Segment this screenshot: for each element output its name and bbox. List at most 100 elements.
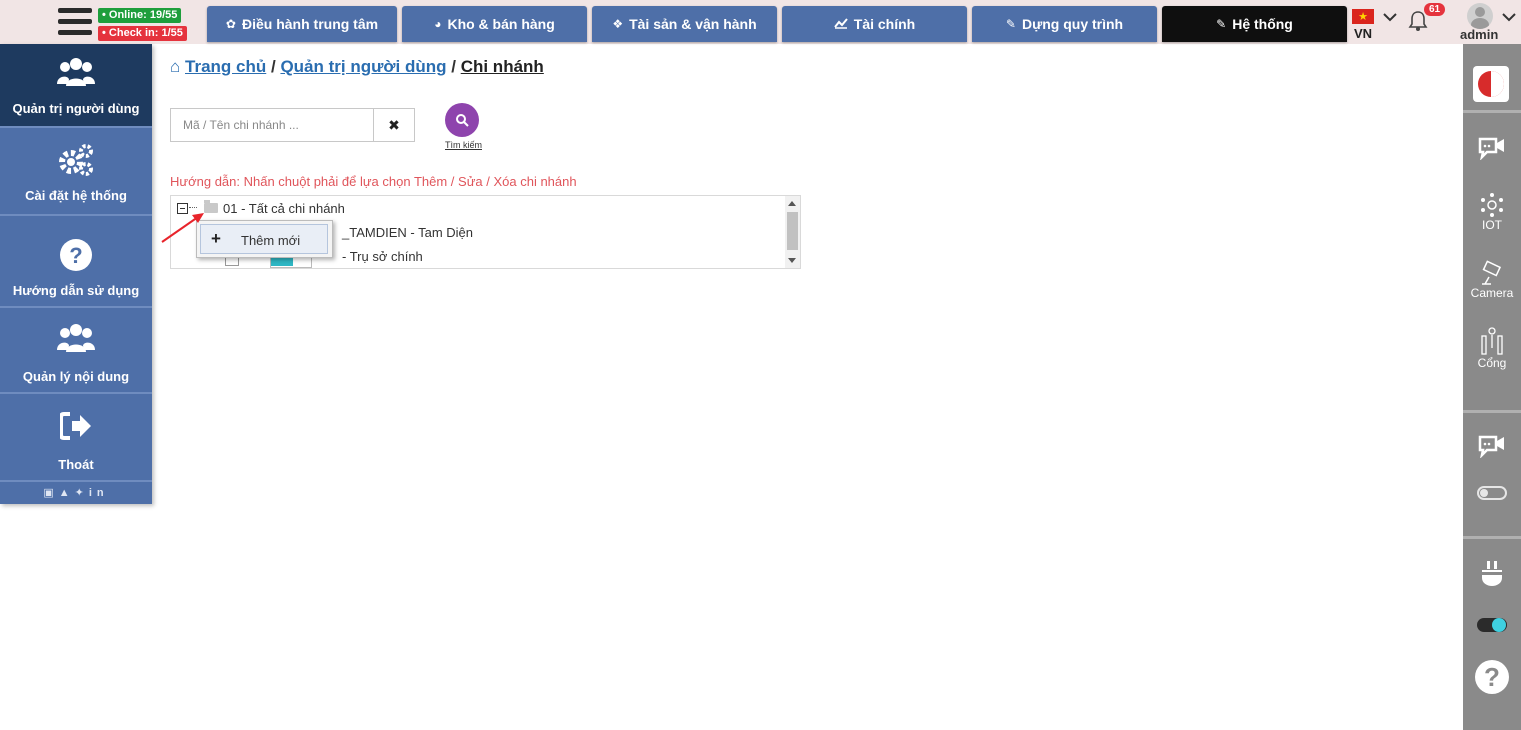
breadcrumb: ⌂ Trang chủ / Quản trị người dùng / Chi …: [170, 57, 544, 77]
tree-checkbox[interactable]: [225, 258, 239, 266]
context-menu-add-label: Thêm mới: [241, 233, 301, 248]
tree-node-tru-so-chinh[interactable]: - Trụ sở chính: [342, 249, 423, 264]
chevron-down-icon[interactable]: [1502, 10, 1516, 25]
cubes-icon: ❖: [612, 17, 624, 31]
branch-search-input[interactable]: [170, 108, 374, 142]
video-chat-button[interactable]: [1463, 136, 1521, 160]
video-chat-button-2[interactable]: [1463, 434, 1521, 458]
checkin-status-badge: • Check in: 1/55: [98, 26, 187, 41]
close-icon: ✖: [388, 116, 400, 133]
help-button[interactable]: ?: [1475, 660, 1509, 694]
breadcrumb-separator: /: [451, 57, 456, 76]
gate-button[interactable]: Cổng: [1463, 326, 1521, 370]
social-links[interactable]: ▣▲✦in: [0, 486, 152, 499]
avatar[interactable]: [1467, 3, 1493, 29]
username-label: admin: [1460, 27, 1499, 42]
sidebar-item-cai-dat-he-thong[interactable]: Cài đặt hệ thống: [0, 128, 152, 216]
question-icon: ?: [1484, 662, 1500, 692]
tree-node-icon: [270, 258, 312, 268]
divider: [1463, 410, 1521, 413]
breadcrumb-home-link[interactable]: Trang chủ: [185, 57, 266, 76]
breadcrumb-parent-link[interactable]: Quản trị người dùng: [280, 57, 446, 76]
tab-label: Kho & bán hàng: [447, 16, 555, 32]
brand-logo[interactable]: [1473, 66, 1509, 102]
google-drive-icon[interactable]: ▲: [59, 487, 75, 499]
power-toggle-switch[interactable]: [1477, 618, 1507, 632]
clear-search-button[interactable]: ✖: [373, 108, 415, 142]
home-icon[interactable]: ⌂: [170, 57, 180, 76]
sign-out-icon: [0, 412, 152, 443]
hamburger-menu-icon[interactable]: [58, 8, 92, 38]
tab-label: Hệ thống: [1232, 16, 1293, 32]
camera-label: Camera: [1470, 286, 1514, 300]
edit-icon: ✎: [1005, 17, 1016, 31]
facebook-icon[interactable]: ▣: [43, 487, 58, 499]
users-icon: [0, 322, 152, 357]
tree-node-root[interactable]: 01 - Tất cả chi nhánh: [223, 201, 345, 216]
sidebar-item-label: Quản lý nội dung: [22, 369, 130, 384]
yin-yang-logo-icon: [1478, 71, 1504, 97]
annotation-arrow-icon: [161, 213, 204, 243]
online-status-badge: • Online: 19/55: [98, 8, 182, 23]
tree-scrollbar[interactable]: [785, 196, 800, 268]
power-plug-button[interactable]: [1463, 560, 1521, 590]
iot-button[interactable]: IOT: [1463, 192, 1521, 232]
search-button[interactable]: [445, 103, 479, 137]
sidebar-item-label: Quản trị người dùng: [12, 101, 140, 116]
right-tool-bar: IOT Camera Cổng ?: [1463, 44, 1521, 730]
twitter-icon[interactable]: ✦: [75, 487, 89, 499]
plus-icon: +: [211, 229, 221, 248]
breadcrumb-current: Chi nhánh: [460, 57, 544, 76]
vietnam-flag-icon[interactable]: ★: [1352, 9, 1374, 24]
tab-label: Điều hành trung tâm: [241, 16, 379, 32]
tree-node-tamdien[interactable]: _TAMDIEN - Tam Diện: [342, 225, 473, 240]
notification-count-badge: 61: [1424, 3, 1446, 16]
gate-icon: [1481, 327, 1503, 355]
tab-he-thong[interactable]: ✎ Hệ thống: [1162, 6, 1347, 42]
gate-label: Cổng: [1477, 356, 1507, 370]
sidebar-item-huong-dan-su-dung[interactable]: ? Hướng dẫn sử dụng: [0, 216, 152, 308]
chevron-down-icon[interactable]: [1383, 10, 1397, 25]
tab-label: Tài sản & vận hành: [629, 16, 757, 32]
context-menu: + Thêm mới: [196, 220, 333, 258]
tab-label: Tài chính: [853, 16, 916, 32]
tab-dung-quy-trinh[interactable]: ✎ Dựng quy trình: [972, 6, 1157, 42]
sidebar-item-quan-tri-nguoi-dung[interactable]: Quản trị người dùng: [0, 44, 152, 128]
context-menu-add-item[interactable]: + Thêm mới: [200, 224, 328, 254]
language-label: VN: [1354, 26, 1373, 41]
iot-icon: [1481, 193, 1503, 217]
breadcrumb-separator: /: [270, 57, 276, 76]
sidebar-item-label: Cài đặt hệ thống: [25, 188, 127, 203]
line-chart-icon: [833, 17, 848, 32]
divider: [1463, 536, 1521, 539]
scroll-up-arrow-icon[interactable]: [788, 201, 796, 206]
users-icon: [0, 56, 152, 91]
guide-text: Hướng dẫn: Nhấn chuột phải để lựa chọn T…: [170, 174, 577, 189]
linkedin-icon[interactable]: in: [89, 487, 109, 499]
left-sidebar: Quản trị người dùng Cài đặt hệ thống ? H…: [0, 44, 152, 504]
tab-label: Dựng quy trình: [1021, 16, 1124, 32]
iot-label: IOT: [1482, 218, 1502, 232]
video-chat-icon: [1478, 137, 1504, 160]
tab-kho-ban-hang[interactable]: ◕ Kho & bán hàng: [402, 6, 587, 42]
pie-chart-icon: ◕: [434, 17, 442, 31]
video-chat-icon: [1478, 435, 1504, 458]
tab-dieu-hanh-trung-tam[interactable]: ✿ Điều hành trung tâm: [207, 6, 397, 42]
sidebar-item-label: Hướng dẫn sử dụng: [12, 283, 140, 298]
gear-icon: ✿: [225, 17, 236, 31]
scrollbar-thumb[interactable]: [787, 212, 798, 250]
svg-text:?: ?: [69, 243, 82, 268]
search-button-label[interactable]: Tìm kiếm: [445, 140, 482, 150]
tab-tai-san-van-hanh[interactable]: ❖ Tài sản & vận hành: [592, 6, 777, 42]
scroll-down-arrow-icon[interactable]: [788, 258, 796, 263]
chat-toggle-switch[interactable]: [1477, 486, 1507, 500]
camera-button[interactable]: Camera: [1463, 260, 1521, 300]
gears-icon: [0, 142, 152, 181]
question-circle-icon: ?: [0, 238, 152, 275]
sidebar-item-quan-ly-noi-dung[interactable]: Quản lý nội dung: [0, 308, 152, 394]
sidebar-item-label: Thoát: [58, 457, 94, 472]
sidebar-item-thoat[interactable]: Thoát: [0, 394, 152, 482]
tab-tai-chinh[interactable]: Tài chính: [782, 6, 967, 42]
top-bar: • Online: 19/55 • Check in: 1/55 ✿ Điều …: [0, 0, 1521, 44]
camera-icon: [1482, 260, 1502, 285]
